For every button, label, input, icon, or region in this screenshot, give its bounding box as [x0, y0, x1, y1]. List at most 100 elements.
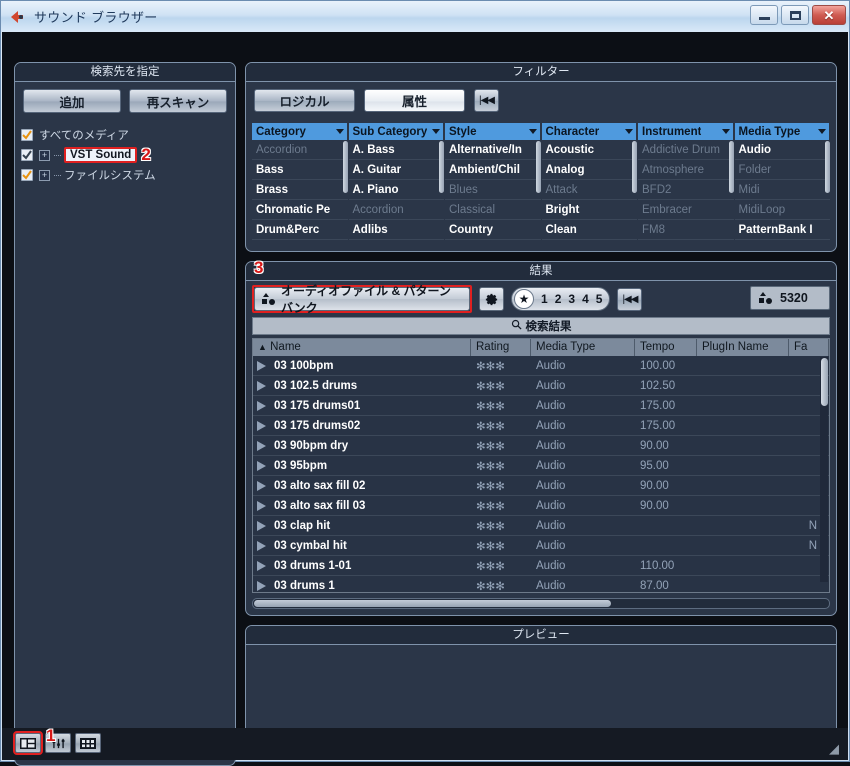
play-icon[interactable] [253, 500, 269, 511]
filter-item[interactable]: Adlibs [348, 220, 444, 240]
split-view-button[interactable] [13, 731, 43, 755]
tree-item-all-media[interactable]: すべてのメディア [21, 125, 229, 145]
table-row[interactable]: 03 100bpm ✻✻✻ Audio 100.00 [253, 356, 829, 376]
play-icon[interactable] [253, 540, 269, 551]
play-icon[interactable] [253, 520, 269, 531]
table-row[interactable]: 03 drums 1-01 ✻✻✻ Audio 110.00 [253, 556, 829, 576]
filter-column-scrollbar[interactable] [825, 141, 830, 193]
rating-5[interactable]: 5 [596, 292, 603, 306]
filter-item[interactable]: A. Bass [348, 140, 444, 160]
filter-item[interactable]: Acoustic [541, 140, 637, 160]
filter-item[interactable]: Bass [252, 160, 348, 180]
filter-item[interactable]: PatternBank I [734, 220, 830, 240]
filter-column-scrollbar[interactable] [535, 141, 541, 193]
column-header-tempo[interactable]: Tempo [635, 339, 697, 356]
filter-item[interactable]: FM8 [638, 220, 734, 240]
filter-item[interactable]: Embracer [638, 200, 734, 220]
star-icon[interactable]: ★ [514, 289, 534, 309]
filter-item[interactable]: Midi [734, 180, 830, 200]
filter-item[interactable]: Addictive Drum [638, 140, 734, 160]
filter-item[interactable]: A. Piano [348, 180, 444, 200]
rating-2[interactable]: 2 [555, 292, 562, 306]
filter-item[interactable]: Chromatic Pe [252, 200, 348, 220]
rating-filter[interactable]: ★ 1 2 3 4 5 [511, 287, 611, 311]
filter-item[interactable]: Alternative/In [445, 140, 541, 160]
filter-item[interactable]: Attack [541, 180, 637, 200]
chevron-down-icon[interactable] [625, 129, 633, 134]
expand-icon[interactable]: + [39, 149, 50, 161]
grid-view-button[interactable] [75, 733, 101, 753]
play-icon[interactable] [253, 400, 269, 411]
filter-item[interactable]: Folder [734, 160, 830, 180]
play-icon[interactable] [253, 380, 269, 391]
play-icon[interactable] [253, 440, 269, 451]
column-header-plugin-name[interactable]: PlugIn Name [697, 339, 789, 356]
checkbox-icon[interactable] [21, 129, 33, 141]
filter-item[interactable]: Accordion [252, 140, 348, 160]
table-row[interactable]: 03 90bpm dry ✻✻✻ Audio 90.00 [253, 436, 829, 456]
table-row[interactable]: 03 cymbal hit ✻✻✻ Audio N [253, 536, 829, 556]
filter-column-header[interactable]: Character [541, 123, 637, 140]
column-header-name[interactable]: ▲ Name [253, 339, 471, 356]
rating-1[interactable]: 1 [541, 292, 548, 306]
results-vertical-scrollbar[interactable] [820, 357, 828, 582]
filter-item[interactable]: Blues [445, 180, 541, 200]
column-header-fa[interactable]: Fa [789, 339, 829, 356]
column-header-rating[interactable]: Rating [471, 339, 531, 356]
table-row[interactable]: 03 175 drums01 ✻✻✻ Audio 175.00 [253, 396, 829, 416]
filter-item[interactable]: Clean [541, 220, 637, 240]
table-row[interactable]: 03 alto sax fill 02 ✻✻✻ Audio 90.00 [253, 476, 829, 496]
chevron-down-icon[interactable] [721, 129, 730, 134]
close-button[interactable]: ✕ [812, 5, 846, 25]
filter-item[interactable]: Audio [734, 140, 830, 160]
checkbox-icon[interactable] [21, 169, 33, 181]
filter-item[interactable]: Analog [541, 160, 637, 180]
tree-item-vst-sound[interactable]: + VST Sound 2 [21, 145, 229, 165]
filter-item[interactable]: Atmosphere [638, 160, 734, 180]
logical-filter-button[interactable]: ロジカル [254, 89, 355, 112]
filter-item[interactable]: Bright [541, 200, 637, 220]
table-row[interactable]: 03 drums 1 ✻✻✻ Audio 87.00 [253, 576, 829, 592]
settings-button[interactable] [479, 287, 504, 311]
filter-column-scrollbar[interactable] [342, 141, 348, 193]
tree-item-file-system[interactable]: + ファイルシステム [21, 165, 229, 185]
checkbox-icon[interactable] [21, 149, 33, 161]
filter-column-scrollbar[interactable] [439, 141, 444, 193]
filter-column-header[interactable]: Media Type [734, 123, 830, 140]
expand-icon[interactable]: + [39, 169, 50, 181]
filter-column-scrollbar[interactable] [728, 141, 734, 193]
filter-item[interactable]: Accordion [348, 200, 444, 220]
add-button[interactable]: 追加 [23, 89, 121, 113]
play-icon[interactable] [253, 580, 269, 591]
filter-column-header[interactable]: Style [445, 123, 541, 140]
search-results-bar[interactable]: 検索結果 [252, 317, 830, 335]
resize-grip[interactable]: ◢ [829, 742, 843, 756]
chevron-down-icon[interactable] [818, 129, 826, 134]
chevron-down-icon[interactable] [335, 129, 344, 134]
rescan-button[interactable]: 再スキャン [129, 89, 227, 113]
attribute-filter-button[interactable]: 属性 [364, 89, 465, 112]
filter-column-scrollbar[interactable] [632, 141, 637, 193]
results-horizontal-scrollbar[interactable] [252, 598, 830, 609]
table-row[interactable]: 03 alto sax fill 03 ✻✻✻ Audio 90.00 [253, 496, 829, 516]
rating-3[interactable]: 3 [568, 292, 575, 306]
filter-item[interactable]: Ambient/Chil [445, 160, 541, 180]
chevron-down-icon[interactable] [528, 129, 537, 134]
filter-item[interactable]: A. Guitar [348, 160, 444, 180]
filter-item[interactable]: Country [445, 220, 541, 240]
table-row[interactable]: 03 102.5 drums ✻✻✻ Audio 102.50 [253, 376, 829, 396]
play-icon[interactable] [253, 460, 269, 471]
minimize-button[interactable] [750, 5, 778, 25]
table-row[interactable]: 03 95bpm ✻✻✻ Audio 95.00 [253, 456, 829, 476]
filter-item[interactable]: MidiLoop [734, 200, 830, 220]
chevron-down-icon[interactable] [432, 129, 440, 134]
filter-item[interactable]: Drum&Perc [252, 220, 348, 240]
filter-column-header[interactable]: Instrument [638, 123, 734, 140]
table-row[interactable]: 03 175 drums02 ✻✻✻ Audio 175.00 [253, 416, 829, 436]
column-header-media-type[interactable]: Media Type [531, 339, 635, 356]
play-icon[interactable] [253, 420, 269, 431]
filter-item[interactable]: Brass [252, 180, 348, 200]
results-reset-icon[interactable]: |◀◀ [617, 287, 643, 311]
media-type-select[interactable]: オーディオファイル & パターンバンク [254, 284, 470, 315]
filter-item[interactable]: Classical [445, 200, 541, 220]
